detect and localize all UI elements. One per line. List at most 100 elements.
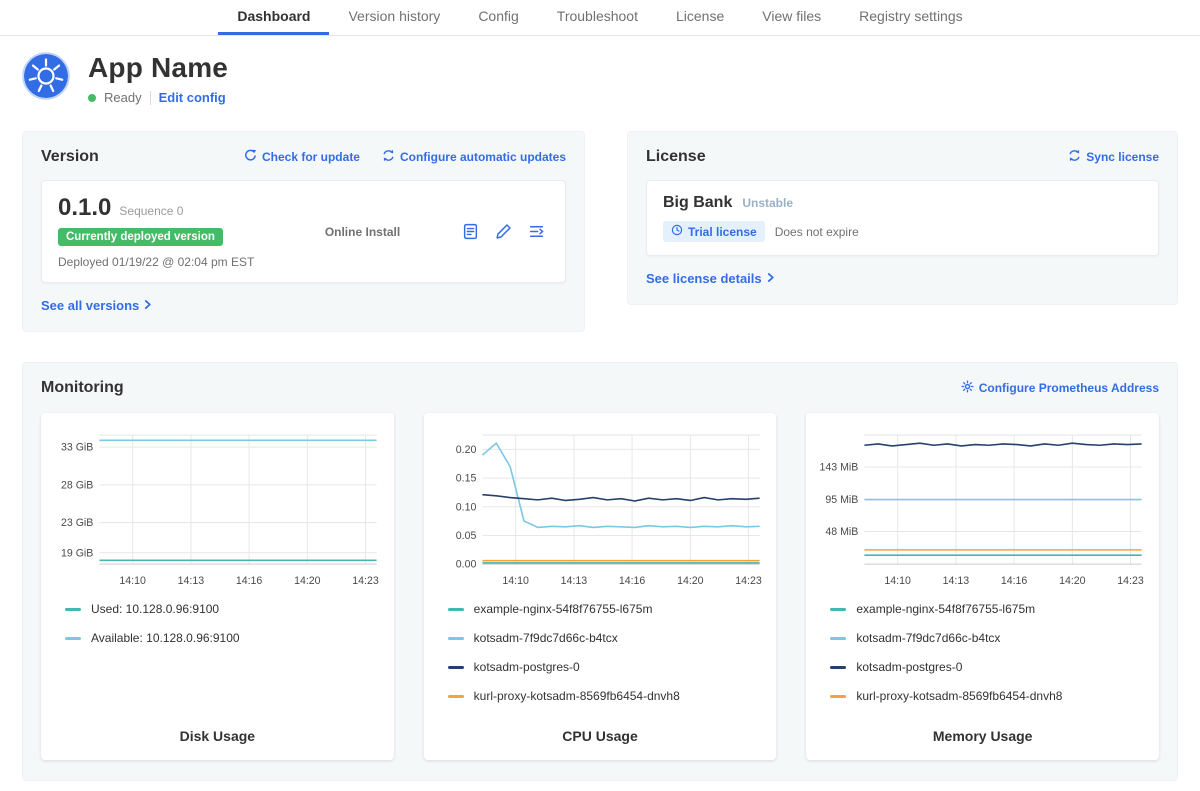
legend-item: kotsadm-7f9dc7d66c-b4tcx bbox=[830, 631, 1149, 645]
tab-dashboard[interactable]: Dashboard bbox=[218, 0, 329, 35]
legend-label: kotsadm-7f9dc7d66c-b4tcx bbox=[474, 631, 618, 645]
ready-status-dot bbox=[88, 94, 96, 102]
see-license-details-link[interactable]: See license details bbox=[646, 271, 775, 286]
memory-usage-legend: example-nginx-54f8f76755-l675m kotsadm-7f… bbox=[830, 602, 1149, 718]
svg-text:14:13: 14:13 bbox=[560, 575, 587, 587]
sequence-label: Sequence 0 bbox=[119, 204, 183, 218]
disk-usage-card: 19 GiB23 GiB28 GiB33 GiB14:1014:1314:161… bbox=[41, 413, 394, 760]
svg-text:48 MiB: 48 MiB bbox=[826, 526, 859, 538]
svg-text:0.00: 0.00 bbox=[455, 559, 476, 571]
legend-item: Used: 10.128.0.96:9100 bbox=[65, 602, 384, 616]
tab-license[interactable]: License bbox=[657, 0, 743, 35]
svg-text:23 GiB: 23 GiB bbox=[61, 517, 93, 529]
legend-label: example-nginx-54f8f76755-l675m bbox=[474, 602, 653, 616]
tab-view-files[interactable]: View files bbox=[743, 0, 840, 35]
legend-item: kotsadm-postgres-0 bbox=[448, 660, 767, 674]
version-card-title: Version bbox=[41, 148, 99, 166]
license-card-title: License bbox=[646, 148, 706, 166]
license-card: License Sync license Big Bank Unstable bbox=[627, 131, 1178, 305]
configure-automatic-updates-label: Configure automatic updates bbox=[400, 150, 566, 164]
cpu-usage-card: 0.000.050.100.150.2014:1014:1314:1614:20… bbox=[424, 413, 777, 760]
legend-item: example-nginx-54f8f76755-l675m bbox=[448, 602, 767, 616]
svg-text:0.20: 0.20 bbox=[455, 444, 476, 456]
memory-usage-chart: 48 MiB95 MiB143 MiB14:1014:1314:1614:201… bbox=[816, 427, 1149, 590]
tab-config[interactable]: Config bbox=[459, 0, 537, 35]
legend-item: example-nginx-54f8f76755-l675m bbox=[830, 602, 1149, 616]
top-nav: Dashboard Version history Config Trouble… bbox=[0, 0, 1200, 36]
customer-name: Big Bank bbox=[663, 194, 732, 212]
cpu-usage-legend: example-nginx-54f8f76755-l675m kotsadm-7f… bbox=[448, 602, 767, 718]
legend-label: example-nginx-54f8f76755-l675m bbox=[856, 602, 1035, 616]
memory-usage-card: 48 MiB95 MiB143 MiB14:1014:1314:1614:201… bbox=[806, 413, 1159, 760]
svg-text:14:13: 14:13 bbox=[943, 575, 970, 587]
legend-item: kotsadm-7f9dc7d66c-b4tcx bbox=[448, 631, 767, 645]
memory-usage-title: Memory Usage bbox=[816, 722, 1149, 744]
legend-label: kotsadm-postgres-0 bbox=[856, 660, 962, 674]
legend-label: Used: 10.128.0.96:9100 bbox=[91, 602, 219, 616]
install-type-label: Online Install bbox=[263, 225, 462, 239]
chevron-right-icon bbox=[767, 271, 775, 286]
cpu-usage-chart: 0.000.050.100.150.2014:1014:1314:1614:20… bbox=[434, 427, 767, 590]
see-all-versions-link[interactable]: See all versions bbox=[41, 298, 152, 313]
channel-name: Unstable bbox=[742, 196, 793, 210]
gear-icon bbox=[961, 380, 974, 396]
deploy-logs-icon[interactable] bbox=[528, 223, 545, 240]
legend-label: Available: 10.128.0.96:9100 bbox=[91, 631, 240, 645]
legend-label: kotsadm-postgres-0 bbox=[474, 660, 580, 674]
license-expiry: Does not expire bbox=[775, 225, 859, 239]
configure-prometheus-label: Configure Prometheus Address bbox=[979, 381, 1159, 395]
current-version-panel: 0.1.0 Sequence 0 Currently deployed vers… bbox=[41, 180, 566, 283]
svg-text:14:10: 14:10 bbox=[885, 575, 912, 587]
charts-row: 19 GiB23 GiB28 GiB33 GiB14:1014:1314:161… bbox=[41, 413, 1159, 760]
sync-license-button[interactable]: Sync license bbox=[1068, 149, 1159, 165]
legend-item: Available: 10.128.0.96:9100 bbox=[65, 631, 384, 645]
svg-text:14:10: 14:10 bbox=[502, 575, 529, 587]
monitoring-section: Monitoring Configure Prometheus Address … bbox=[22, 362, 1178, 781]
tab-troubleshoot[interactable]: Troubleshoot bbox=[538, 0, 657, 35]
legend-item: kurl-proxy-kotsadm-8569fb6454-dnvh8 bbox=[830, 689, 1149, 703]
svg-text:28 GiB: 28 GiB bbox=[61, 479, 93, 491]
legend-label: kotsadm-7f9dc7d66c-b4tcx bbox=[856, 631, 1000, 645]
app-header: App Name Ready Edit config bbox=[22, 52, 1178, 105]
svg-text:14:16: 14:16 bbox=[1001, 575, 1028, 587]
svg-text:33 GiB: 33 GiB bbox=[61, 442, 93, 454]
legend-color-dash bbox=[830, 695, 846, 698]
svg-text:143 MiB: 143 MiB bbox=[820, 462, 859, 474]
see-license-details-label: See license details bbox=[646, 271, 762, 286]
trial-license-badge: Trial license bbox=[663, 221, 765, 242]
svg-text:14:20: 14:20 bbox=[1059, 575, 1086, 587]
legend-color-dash bbox=[448, 695, 464, 698]
legend-color-dash bbox=[448, 637, 464, 640]
edit-version-config-icon[interactable] bbox=[495, 223, 512, 240]
svg-text:0.15: 0.15 bbox=[455, 473, 476, 485]
disk-usage-legend: Used: 10.128.0.96:9100 Available: 10.128.… bbox=[65, 602, 384, 660]
tab-version-history[interactable]: Version history bbox=[329, 0, 459, 35]
deployed-badge: Currently deployed version bbox=[58, 228, 223, 246]
release-notes-icon[interactable] bbox=[462, 223, 479, 240]
cards-row: Version Check for update Configure autom… bbox=[22, 131, 1178, 332]
edit-config-link[interactable]: Edit config bbox=[159, 90, 226, 105]
check-for-update-button[interactable]: Check for update bbox=[244, 149, 360, 165]
see-all-versions-label: See all versions bbox=[41, 298, 139, 313]
legend-color-dash bbox=[830, 666, 846, 669]
deployed-timestamp: Deployed 01/19/22 @ 02:04 pm EST bbox=[58, 255, 263, 269]
legend-item: kurl-proxy-kotsadm-8569fb6454-dnvh8 bbox=[448, 689, 767, 703]
divider bbox=[150, 91, 151, 105]
version-number: 0.1.0 bbox=[58, 194, 111, 222]
legend-color-dash bbox=[448, 666, 464, 669]
sync-icon bbox=[1068, 149, 1081, 165]
app-title: App Name bbox=[88, 52, 228, 84]
chevron-right-icon bbox=[144, 298, 152, 313]
legend-item: kotsadm-postgres-0 bbox=[830, 660, 1149, 674]
legend-label: kurl-proxy-kotsadm-8569fb6454-dnvh8 bbox=[856, 689, 1062, 703]
legend-color-dash bbox=[65, 608, 81, 611]
app-status-text: Ready bbox=[104, 90, 142, 105]
configure-prometheus-button[interactable]: Configure Prometheus Address bbox=[961, 380, 1159, 396]
auto-update-icon bbox=[382, 149, 395, 165]
configure-automatic-updates-button[interactable]: Configure automatic updates bbox=[382, 149, 566, 165]
disk-usage-chart: 19 GiB23 GiB28 GiB33 GiB14:1014:1314:161… bbox=[51, 427, 384, 590]
svg-text:0.10: 0.10 bbox=[455, 501, 476, 513]
app-status-row: Ready Edit config bbox=[88, 90, 228, 105]
disk-usage-title: Disk Usage bbox=[51, 722, 384, 744]
tab-registry-settings[interactable]: Registry settings bbox=[840, 0, 981, 35]
